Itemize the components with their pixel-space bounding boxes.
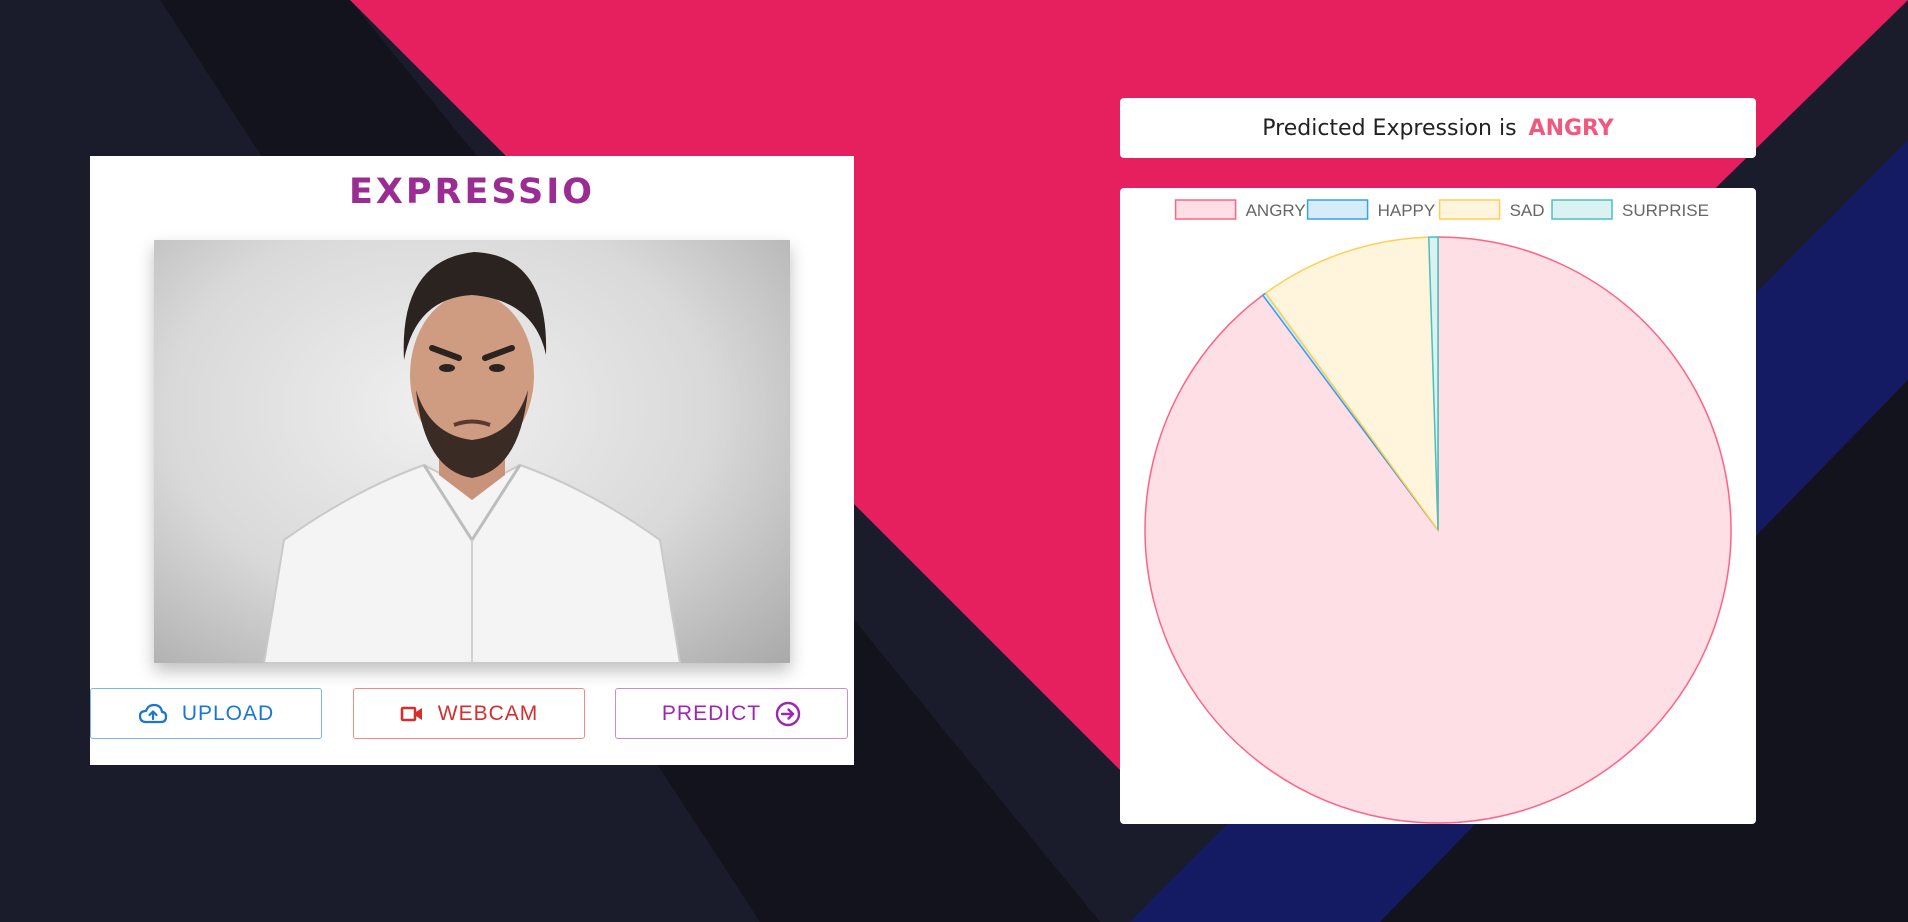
pie-slices (1144, 236, 1732, 824)
prediction-label: Predicted Expression is (1262, 115, 1517, 141)
prediction-value: ANGRY (1528, 115, 1614, 141)
videocam-icon (400, 705, 424, 723)
legend-label-happy[interactable]: HAPPY (1378, 201, 1436, 220)
legend-swatch-happy[interactable] (1306, 199, 1369, 220)
predict-label: PREDICT (661, 701, 762, 725)
legend-swatch-surprise[interactable] (1551, 199, 1613, 220)
webcam-label: WEBCAM (437, 701, 539, 725)
person-illustration (262, 252, 682, 663)
legend-label-angry[interactable]: ANGRY (1246, 201, 1306, 220)
face-photo (154, 240, 790, 663)
arrow-circle-right-icon (775, 701, 801, 727)
chart-legend: ANGRY HAPPY SAD SURPRISE (1174, 199, 1709, 220)
upload-button[interactable]: UPLOAD (90, 688, 322, 739)
legend-swatch-angry[interactable] (1174, 199, 1237, 220)
app-screen: EXPRESSIO UPLOAD WEBCAM PREDICT Predicte… (0, 0, 1908, 922)
upload-label: UPLOAD (181, 701, 275, 725)
legend-swatch-sad[interactable] (1438, 199, 1501, 220)
app-title: EXPRESSIO (348, 172, 596, 212)
pie-chart: ANGRY HAPPY SAD SURPRISE (1144, 199, 1732, 824)
webcam-button[interactable]: WEBCAM (353, 688, 585, 739)
prediction-banner: Predicted Expression is ANGRY (1120, 98, 1756, 158)
legend-label-sad[interactable]: SAD (1510, 201, 1545, 220)
cloud-upload-icon (138, 703, 168, 725)
predict-button[interactable]: PREDICT (615, 688, 848, 739)
legend-label-surprise[interactable]: SURPRISE (1622, 201, 1709, 220)
chart-card: ANGRY HAPPY SAD SURPRISE (1120, 188, 1756, 824)
